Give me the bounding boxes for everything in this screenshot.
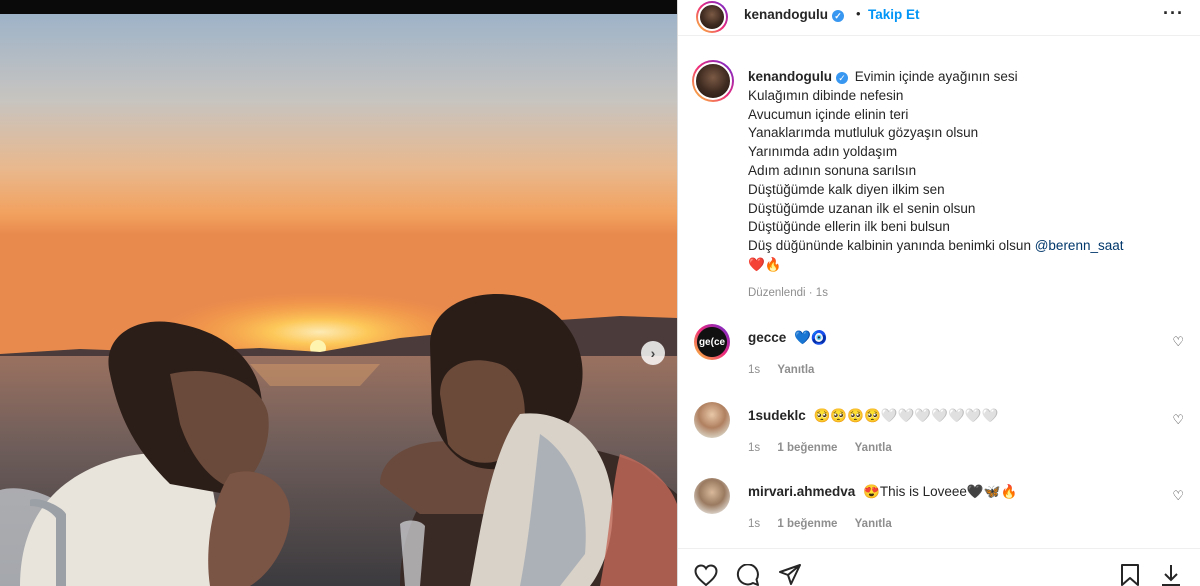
caption-line-9: Düştüğünde ellerin ilk beni bulsun <box>748 219 950 235</box>
caption-line-8: Düştüğümde uzanan ilk el senin olsun <box>748 200 976 216</box>
caption-line-10: Düş düğününde kalbinin yanında benimki o… <box>748 238 1031 254</box>
caption-line-6: Adım adının sonuna sarılsın <box>748 162 917 178</box>
edited-label: Düzenlendi <box>748 287 806 299</box>
comment-avatar[interactable]: ge(ce <box>694 324 730 360</box>
like-heart-icon[interactable] <box>694 564 718 586</box>
comment-meta: 1s 1 beğenme Yanıtla <box>748 518 906 530</box>
caption-line-2: Kulağımın dibinde nefesin <box>748 87 904 103</box>
caption-username[interactable]: kenandogulu <box>748 69 832 84</box>
comment-time[interactable]: 1s <box>748 518 760 530</box>
comment-meta: 1s 1 beğenme Yanıtla <box>748 442 906 454</box>
comment-time[interactable]: 1s <box>748 364 760 376</box>
author-username-text[interactable]: kenandogulu <box>744 7 828 22</box>
caption-time[interactable]: 1s <box>816 287 828 299</box>
comment-reply-button[interactable]: Yanıtla <box>855 442 892 454</box>
caption-mention-link[interactable]: @berenn_saat <box>1035 238 1124 253</box>
caption-text: kenandogulu ✓ Evimin içinde ayağının sesi… <box>748 68 1178 275</box>
comment-time[interactable]: 1s <box>748 442 760 454</box>
post-photo: › <box>0 0 677 586</box>
comment-avatar[interactable] <box>694 478 730 514</box>
comment-text: gecce 💙🧿 <box>748 330 828 346</box>
comment-reply-button[interactable]: Yanıtla <box>777 364 814 376</box>
verified-badge-icon: ✓ <box>832 10 844 22</box>
comment-text: mirvari.ahmedva 😍This is Loveee🖤🦋🔥 <box>748 484 1017 500</box>
comment-avatar-text: ge(ce <box>698 336 726 348</box>
caption-line-7: Düştüğümde kalk diyen ilkim sen <box>748 181 945 197</box>
caption-meta: Düzenlendi · 1s <box>748 287 828 299</box>
photo-top-bar <box>0 0 677 14</box>
comment-likes[interactable]: 1 beğenme <box>777 442 837 454</box>
comment-username[interactable]: mirvari.ahmedva <box>748 484 855 499</box>
caption-avatar[interactable] <box>692 60 734 102</box>
comment-likes[interactable]: 1 beğenme <box>777 518 837 530</box>
follow-button[interactable]: Takip Et <box>868 7 920 22</box>
comment-like-heart-icon[interactable]: ♡ <box>1172 334 1184 350</box>
save-bookmark-icon[interactable] <box>1120 564 1140 586</box>
comment-text: 1sudekl​c 🥺🥺🥺🥺🤍🤍🤍🤍🤍🤍🤍 <box>748 408 998 424</box>
comment-bubble-icon[interactable] <box>736 564 760 586</box>
post-action-bar <box>678 550 1200 586</box>
comment-reply-button[interactable]: Yanıtla <box>855 518 892 530</box>
comment-body: 💙🧿 <box>794 330 828 345</box>
comment-like-heart-icon[interactable]: ♡ <box>1172 488 1184 504</box>
post-side-panel: kenandogulu ✓ • Takip Et ··· kenandogulu ✓… <box>678 0 1200 586</box>
meta-dot: · <box>808 287 813 299</box>
caption-line-3: Avucumun içinde elinin teri <box>748 106 909 122</box>
comment-body: 🥺🥺🥺🥺🤍🤍🤍🤍🤍🤍🤍 <box>813 408 999 423</box>
caption-line-4: Yanaklarımda mutluluk gözyaşın olsun <box>748 125 979 141</box>
comment-username[interactable]: 1sudekl​c <box>748 408 806 423</box>
comment-meta: 1s Yanıtla <box>748 364 828 376</box>
next-photo-button[interactable]: › <box>641 341 665 365</box>
more-options-icon[interactable]: ··· <box>1163 3 1184 24</box>
header-divider <box>678 35 1200 36</box>
comment-body: 😍This is Loveee🖤🦋🔥 <box>863 484 1018 499</box>
comment-like-heart-icon[interactable]: ♡ <box>1172 412 1184 428</box>
comment-username[interactable]: gecce <box>748 330 786 345</box>
caption-line-5: Yarınımda adın yoldaşım <box>748 144 898 160</box>
download-arrow-icon[interactable] <box>1160 564 1182 586</box>
comment-item: ge(ce gecce 💙🧿 1s Yanıtla ♡ <box>678 324 1200 394</box>
author-username[interactable]: kenandogulu ✓ <box>744 7 844 22</box>
share-paper-plane-icon[interactable] <box>778 564 802 586</box>
sunset-photo-image <box>0 14 677 586</box>
caption-emoji: ❤️🔥 <box>748 256 782 272</box>
caption-verified-badge-icon: ✓ <box>836 72 848 84</box>
header-separator: • <box>856 6 861 21</box>
author-avatar[interactable] <box>696 1 728 33</box>
caption-line-1: Evimin içinde ayağının sesi <box>854 69 1018 84</box>
comment-item: mirvari.ahmedva 😍This is Loveee🖤🦋🔥 1s 1 … <box>678 478 1200 548</box>
post-header: kenandogulu ✓ • Takip Et ··· <box>678 0 1200 34</box>
actions-divider <box>678 548 1200 549</box>
comment-avatar[interactable] <box>694 402 730 438</box>
comment-item: 1sudekl​c 🥺🥺🥺🥺🤍🤍🤍🤍🤍🤍🤍 1s 1 beğenme Yanıt… <box>678 402 1200 472</box>
